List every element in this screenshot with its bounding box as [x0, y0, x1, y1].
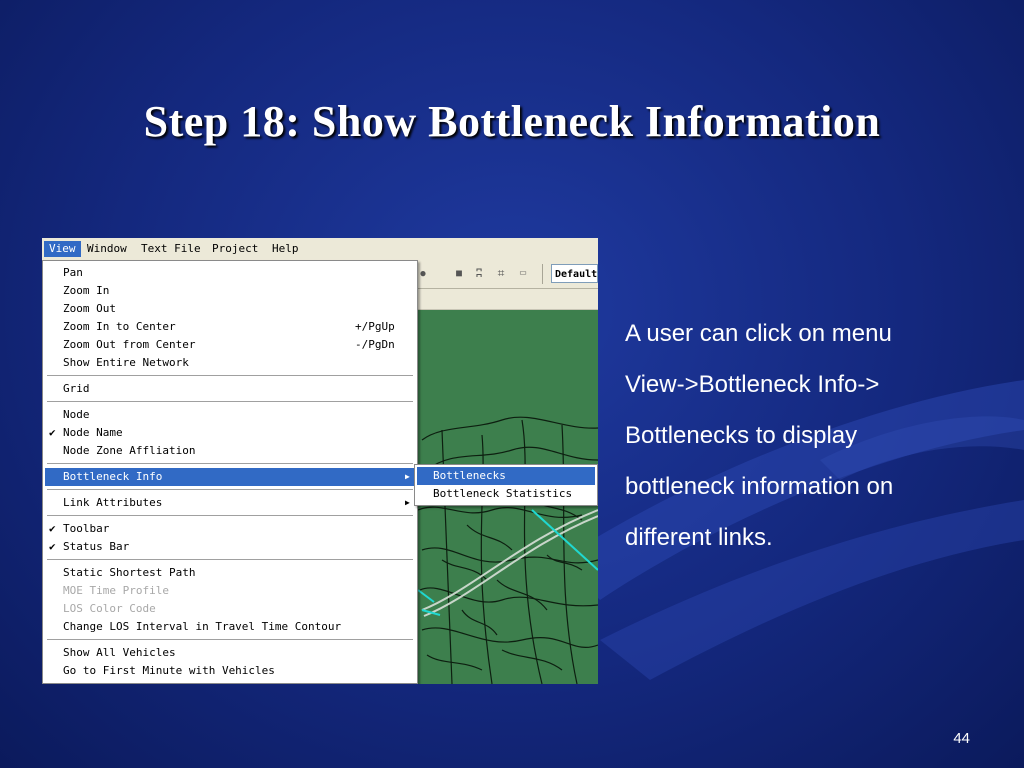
app-screenshot: View Window Text File Project Help ● ■ ʭ… — [42, 238, 598, 684]
menu-item-grid[interactable]: Grid — [45, 380, 415, 398]
menu-item-zoom-in-to-center[interactable]: Zoom In to Center +/PgUp — [45, 318, 415, 336]
body-line: different links. — [625, 524, 773, 551]
submenu-item-label: Bottlenecks — [433, 469, 506, 482]
menu-item-show-entire-network[interactable]: Show Entire Network — [45, 354, 415, 372]
check-icon: ✔ — [49, 540, 56, 553]
menu-item-node-zone-affliation[interactable]: Node Zone Affliation — [45, 442, 415, 460]
menu-item-zoom-in[interactable]: Zoom In — [45, 282, 415, 300]
submenu-arrow-icon: ▶ — [405, 472, 410, 481]
node-icon[interactable]: ʭ — [472, 266, 486, 280]
menu-item-label: LOS Color Code — [63, 602, 156, 615]
menu-item-label: Pan — [63, 266, 83, 279]
menu-separator — [47, 463, 413, 465]
menu-item-label: Go to First Minute with Vehicles — [63, 664, 275, 677]
menu-item-shortcut: +/PgUp — [355, 320, 395, 333]
body-line: bottleneck information on — [625, 473, 894, 500]
grid-icon[interactable]: ⌗ — [494, 266, 508, 280]
menu-separator — [47, 375, 413, 377]
menu-item-label: Bottleneck Info — [63, 470, 163, 483]
menu-separator — [47, 489, 413, 491]
menu-item-show-all-vehicles[interactable]: Show All Vehicles — [45, 644, 415, 662]
body-line: A user can click on menu — [625, 320, 892, 347]
menu-text-file[interactable]: Text File — [136, 241, 206, 257]
toolbar-separator — [542, 264, 543, 284]
view-menu-dropdown: Pan Zoom In Zoom Out Zoom In to Center +… — [42, 260, 418, 684]
menu-item-pan[interactable]: Pan — [45, 264, 415, 282]
menu-item-label: Node Name — [63, 426, 123, 439]
menu-item-toolbar[interactable]: ✔ Toolbar — [45, 520, 415, 538]
body-line: View->Bottleneck Info-> — [625, 371, 880, 398]
menu-item-static-shortest-path[interactable]: Static Shortest Path — [45, 564, 415, 582]
menu-item-label: Grid — [63, 382, 90, 395]
scenario-combo[interactable]: Default — [551, 264, 598, 283]
menu-separator — [47, 401, 413, 403]
menu-item-los-color-code: LOS Color Code — [45, 600, 415, 618]
menu-item-label: Zoom Out from Center — [63, 338, 196, 351]
menu-view[interactable]: View — [44, 241, 81, 257]
submenu-arrow-icon: ▶ — [405, 498, 410, 507]
menu-item-label: Show Entire Network — [63, 356, 189, 369]
menu-window[interactable]: Window — [82, 241, 132, 257]
page-number: 44 — [953, 730, 970, 747]
menu-item-label: Zoom In to Center — [63, 320, 176, 333]
menu-item-label: Show All Vehicles — [63, 646, 176, 659]
body-line: Bottlenecks to display — [625, 422, 858, 449]
menu-item-label: Zoom In — [63, 284, 110, 297]
menu-item-zoom-out-from-center[interactable]: Zoom Out from Center -/PgDn — [45, 336, 415, 354]
bottleneck-submenu: Bottlenecks Bottleneck Statistics — [414, 464, 598, 506]
menu-item-label: Toolbar — [63, 522, 110, 535]
menu-item-label: Zoom Out — [63, 302, 116, 315]
menu-project[interactable]: Project — [207, 241, 263, 257]
menu-item-shortcut: -/PgDn — [355, 338, 395, 351]
menu-item-node-name[interactable]: ✔ Node Name — [45, 424, 415, 442]
menu-item-change-los-interval[interactable]: Change LOS Interval in Travel Time Conto… — [45, 618, 415, 636]
stop-icon[interactable]: ■ — [452, 266, 466, 280]
menu-item-moe-time-profile: MOE Time Profile — [45, 582, 415, 600]
menu-item-label: Static Shortest Path — [63, 566, 196, 579]
menu-separator — [47, 639, 413, 641]
menu-help[interactable]: Help — [267, 241, 304, 257]
menubar: View Window Text File Project Help — [42, 238, 598, 260]
menu-item-label: Link Attributes — [63, 496, 163, 509]
menu-item-bottleneck-info[interactable]: Bottleneck Info ▶ — [45, 468, 415, 486]
submenu-item-bottleneck-statistics[interactable]: Bottleneck Statistics — [417, 485, 595, 503]
menu-item-label: MOE Time Profile — [63, 584, 169, 597]
circle-icon[interactable]: ● — [416, 266, 430, 280]
menu-item-status-bar[interactable]: ✔ Status Bar — [45, 538, 415, 556]
menu-item-node[interactable]: Node — [45, 406, 415, 424]
menu-item-label: Node — [63, 408, 90, 421]
check-icon: ✔ — [49, 426, 56, 439]
menu-item-zoom-out[interactable]: Zoom Out — [45, 300, 415, 318]
slide-title: Step 18: Show Bottleneck Information — [143, 97, 881, 146]
submenu-item-label: Bottleneck Statistics — [433, 487, 573, 500]
menu-item-label: Node Zone Affliation — [63, 444, 196, 457]
menu-item-label: Change LOS Interval in Travel Time Conto… — [63, 620, 342, 633]
menu-separator — [47, 515, 413, 517]
submenu-item-bottlenecks[interactable]: Bottlenecks — [417, 467, 595, 485]
slide-body-text: A user can click on menu View->Bottlenec… — [625, 308, 985, 563]
menu-item-go-to-first-minute[interactable]: Go to First Minute with Vehicles — [45, 662, 415, 680]
menu-separator — [47, 559, 413, 561]
menu-item-label: Status Bar — [63, 540, 130, 553]
export-icon[interactable]: ▭ — [516, 266, 530, 280]
menu-item-link-attributes[interactable]: Link Attributes ▶ — [45, 494, 415, 512]
check-icon: ✔ — [49, 522, 56, 535]
